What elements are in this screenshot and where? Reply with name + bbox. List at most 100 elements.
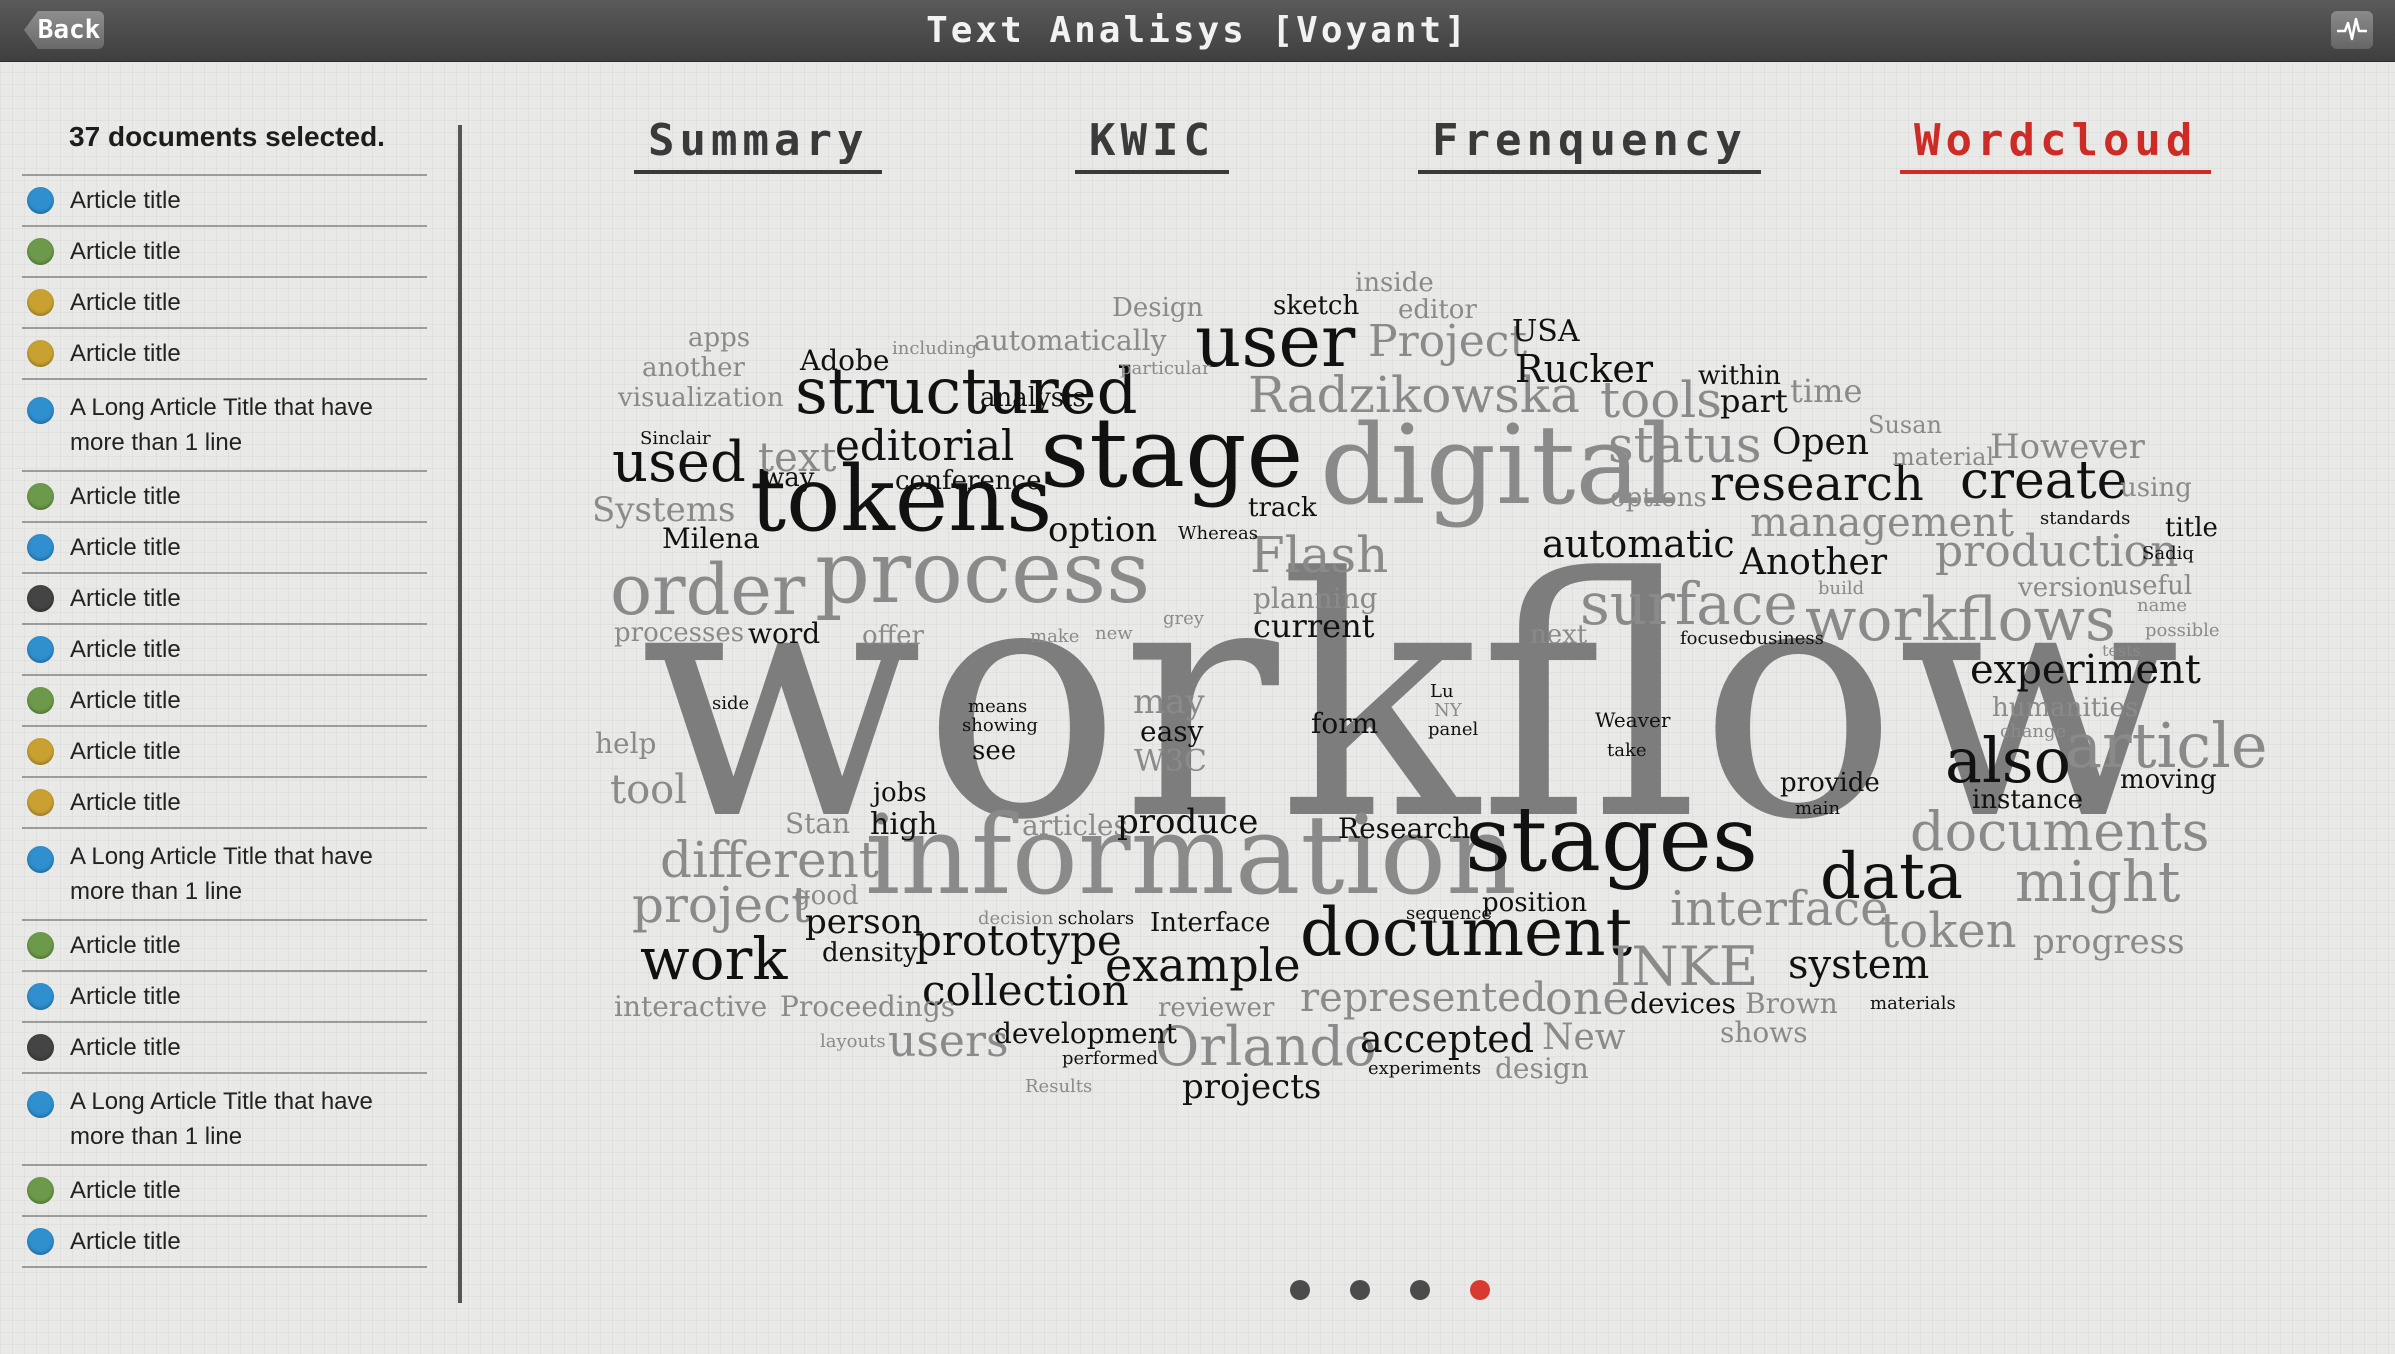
wordcloud-word[interactable]: Research	[1338, 815, 1470, 843]
wordcloud-word[interactable]: processes	[614, 620, 744, 646]
wordcloud-word[interactable]: tests	[2102, 643, 2141, 659]
wordcloud-word[interactable]: provide	[1780, 770, 1880, 796]
wordcloud-word[interactable]: Open	[1772, 425, 1869, 461]
wordcloud-word[interactable]: humanities	[1992, 695, 2138, 721]
wordcloud-word[interactable]: Another	[1740, 545, 1887, 581]
document-list-item[interactable]: Article title	[22, 574, 427, 625]
wordcloud-word[interactable]: using	[2120, 475, 2192, 501]
wordcloud-word[interactable]: panel	[1428, 721, 1478, 739]
wordcloud-word[interactable]: automatic	[1542, 525, 1735, 563]
page-dot[interactable]	[1410, 1280, 1430, 1300]
wordcloud-word[interactable]: Project	[1368, 320, 1527, 364]
wordcloud-word[interactable]: might	[2015, 855, 2180, 911]
wordcloud-word[interactable]: INKE	[1610, 940, 1758, 994]
wordcloud-word[interactable]: Rucker	[1515, 350, 1653, 388]
wordcloud-word[interactable]: moving	[2120, 767, 2217, 793]
wordcloud-word[interactable]: experiment	[1970, 650, 2201, 690]
wordcloud-word[interactable]: tool	[610, 770, 687, 810]
wordcloud-word[interactable]: sequence	[1406, 905, 1492, 923]
wordcloud-word[interactable]: word	[748, 620, 820, 648]
wordcloud-word[interactable]: density	[822, 940, 918, 966]
tab-kwic[interactable]: KWIC	[1075, 115, 1229, 174]
wordcloud-word[interactable]: USA	[1512, 317, 1580, 347]
wordcloud-word[interactable]: Interface	[1150, 910, 1270, 936]
wordcloud-word[interactable]: including	[892, 340, 977, 358]
document-list-item[interactable]: Article title	[22, 727, 427, 778]
wordcloud-word[interactable]: system	[1788, 945, 1929, 985]
wordcloud-word[interactable]: standards	[2040, 510, 2130, 528]
wordcloud-word[interactable]: option	[1048, 513, 1157, 547]
wordcloud-word[interactable]: one	[1545, 975, 1630, 1021]
document-list-item[interactable]: Article title	[22, 778, 427, 829]
tab-wordcloud[interactable]: Wordcloud	[1900, 115, 2212, 174]
wordcloud-word[interactable]: devices	[1630, 990, 1736, 1018]
wordcloud-word[interactable]: jobs	[873, 780, 927, 806]
wordcloud-word[interactable]: business	[1745, 630, 1824, 648]
wordcloud-word[interactable]: track	[1248, 495, 1317, 521]
wordcloud-word[interactable]: design	[1495, 1055, 1589, 1083]
wordcloud-word[interactable]: performed	[1062, 1050, 1158, 1068]
wordcloud-word[interactable]: see	[972, 738, 1016, 764]
page-dot[interactable]	[1290, 1280, 1310, 1300]
wordcloud-word[interactable]: title	[2165, 515, 2218, 541]
wordcloud-word[interactable]: surface	[1580, 575, 1798, 633]
wordcloud-word[interactable]: possible	[2145, 622, 2220, 640]
wordcloud-word[interactable]: grey	[1163, 610, 1204, 628]
wordcloud-word[interactable]: planning	[1253, 585, 1378, 613]
wordcloud-word[interactable]: help	[595, 730, 656, 758]
wordcloud-word[interactable]: articles	[1022, 812, 1128, 840]
wordcloud-word[interactable]: Sadiq	[2142, 545, 2194, 563]
document-list-item[interactable]: Article title	[22, 1023, 427, 1074]
wordcloud-word[interactable]: focused	[1680, 630, 1751, 648]
wordcloud-word[interactable]: particular	[1120, 360, 1211, 378]
wordcloud-word[interactable]: offer	[862, 623, 924, 649]
wordcloud-word[interactable]: Results	[1025, 1078, 1092, 1096]
wordcloud-word[interactable]: good	[794, 883, 859, 909]
document-list-item[interactable]: Article title	[22, 676, 427, 727]
wordcloud-word[interactable]: material	[1892, 445, 1994, 469]
wordcloud-word[interactable]: Orlando	[1155, 1020, 1376, 1074]
wordcloud-word[interactable]: Proceedings	[780, 993, 955, 1021]
wordcloud-word[interactable]: Whereas	[1178, 525, 1258, 543]
wordcloud-word[interactable]: Susan	[1868, 413, 1942, 437]
wordcloud-word[interactable]: interactive	[614, 993, 767, 1021]
document-list-item[interactable]: Article title	[22, 523, 427, 574]
wordcloud-word[interactable]: projects	[1182, 1070, 1321, 1104]
wordcloud-word[interactable]: Milena	[662, 525, 760, 553]
wordcloud-word[interactable]: However	[1990, 430, 2145, 464]
wordcloud-word[interactable]: may	[1133, 685, 1205, 719]
wordcloud-word[interactable]: W3C	[1134, 747, 1207, 777]
wordcloud-word[interactable]: visualization	[618, 385, 784, 411]
wordcloud-word[interactable]: side	[712, 695, 749, 713]
wordcloud-word[interactable]: Design	[1112, 295, 1203, 321]
wordcloud-word[interactable]: Lu	[1430, 683, 1454, 701]
wordcloud-word[interactable]: Brown	[1745, 990, 1838, 1018]
wordcloud-word[interactable]: experiments	[1368, 1060, 1481, 1078]
document-list-item[interactable]: Article title	[22, 472, 427, 523]
wordcloud-word[interactable]: produce	[1117, 805, 1258, 839]
document-list-item[interactable]: Article title	[22, 625, 427, 676]
wordcloud-word[interactable]: showing	[962, 717, 1038, 735]
wordcloud-word[interactable]: project	[632, 880, 811, 930]
wordcloud-word[interactable]: main	[1795, 800, 1840, 818]
wordcloud-word[interactable]: represented	[1300, 978, 1547, 1018]
document-list-item[interactable]: Article title	[22, 329, 427, 380]
wordcloud-word[interactable]: means	[968, 698, 1027, 716]
wordcloud-word[interactable]: editorial	[835, 425, 1014, 467]
wordcloud-word[interactable]: conference	[895, 468, 1041, 494]
wordcloud-word[interactable]: Sinclair	[640, 430, 711, 448]
wordcloud-word[interactable]: work	[640, 930, 787, 988]
document-list-item[interactable]: Article title	[22, 921, 427, 972]
wordcloud-word[interactable]: build	[1818, 580, 1864, 598]
wordcloud-word[interactable]: editor	[1398, 297, 1477, 323]
tab-summary[interactable]: Summary	[634, 115, 883, 174]
page-dot[interactable]	[1350, 1280, 1370, 1300]
document-list-item[interactable]: Article title	[22, 972, 427, 1023]
wordcloud-word[interactable]: scholars	[1058, 910, 1134, 928]
wordcloud-word[interactable]: make	[1030, 628, 1079, 646]
wordcloud-word[interactable]: form	[1311, 710, 1378, 738]
wordcloud-word[interactable]: Flash	[1250, 530, 1388, 580]
wordcloud-word[interactable]: options	[1610, 485, 1707, 511]
wordcloud-word[interactable]: inside	[1355, 270, 1434, 296]
wordcloud-word[interactable]: new	[1095, 625, 1133, 643]
